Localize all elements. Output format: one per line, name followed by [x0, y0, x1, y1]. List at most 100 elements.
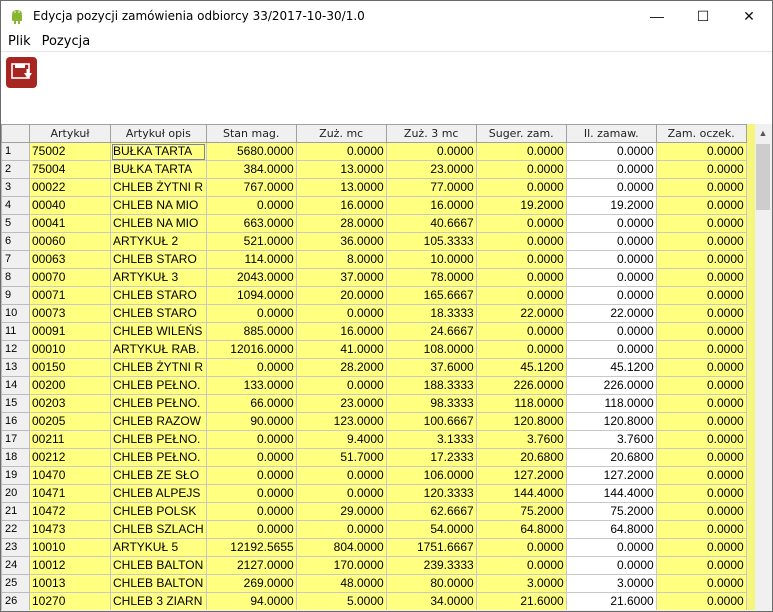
table-cell[interactable]: 0.0000 — [655, 538, 747, 557]
table-cell[interactable]: 0.0000 — [475, 178, 567, 197]
table-cell[interactable]: 767.0000 — [205, 178, 297, 197]
table-cell[interactable]: 127.2000 — [475, 466, 567, 485]
table-row[interactable]: 3 00022 CHLEB ŻYTNI R 767.0000 13.0000 77.000… — [1, 178, 747, 197]
table-cell[interactable]: ARTYKUŁ RAB. — [110, 340, 207, 359]
table-row[interactable]: 20 10471 CHLEB ALPEJS 0.0000 0.0000 120.3333 1… — [1, 484, 747, 503]
table-cell[interactable]: 21.6000 — [475, 592, 567, 610]
table-cell[interactable]: 0.0000 — [205, 448, 297, 467]
table-cell[interactable]: 00040 — [29, 196, 111, 215]
scroll-up-icon[interactable]: ▲ — [755, 124, 771, 141]
table-cell[interactable]: 0.0000 — [655, 358, 747, 377]
table-cell[interactable]: 3.7600 — [565, 430, 657, 449]
table-cell[interactable]: 10013 — [29, 574, 111, 593]
table-cell[interactable]: 144.4000 — [475, 484, 567, 503]
table-cell[interactable]: CHLEB PEŁNO. — [110, 430, 207, 449]
table-cell[interactable]: 3.0000 — [565, 574, 657, 593]
table-cell[interactable]: 120.8000 — [475, 412, 567, 431]
table-cell[interactable]: 114.0000 — [205, 250, 297, 269]
table-cell[interactable]: 00041 — [29, 214, 111, 233]
column-header[interactable]: Zuż. mc — [295, 124, 387, 143]
table-cell[interactable]: CHLEB ZE SŁO — [110, 466, 207, 485]
column-header[interactable]: Artykuł opis — [110, 124, 207, 143]
table-cell[interactable]: 0.0000 — [475, 142, 567, 161]
table-cell[interactable]: 36.0000 — [295, 232, 387, 251]
table-cell[interactable]: 120.3333 — [385, 484, 477, 503]
table-cell[interactable]: 0.0000 — [565, 538, 657, 557]
column-header[interactable]: Artykuł — [29, 124, 111, 143]
table-cell[interactable]: 0.0000 — [655, 484, 747, 503]
vertical-scrollbar[interactable]: ▲ — [755, 124, 771, 610]
table-cell[interactable]: CHLEB SZLACH — [110, 520, 207, 539]
table-cell[interactable]: 0.0000 — [205, 430, 297, 449]
table-cell[interactable]: 64.8000 — [475, 520, 567, 539]
column-header[interactable]: Zam. oczek. — [655, 124, 747, 143]
table-row[interactable]: 26 10270 CHLEB 3 ZIARN 94.0000 5.0000 34.0000… — [1, 592, 747, 610]
table-cell[interactable]: 00091 — [29, 322, 111, 341]
table-cell[interactable]: 0.0000 — [655, 286, 747, 305]
table-row[interactable]: 25 10013 CHLEB BALTON 269.0000 48.0000 80.000… — [1, 574, 747, 593]
scroll-thumb[interactable] — [756, 144, 770, 210]
table-cell[interactable]: CHLEB PEŁNO. — [110, 448, 207, 467]
table-cell[interactable]: 64.8000 — [565, 520, 657, 539]
table-cell[interactable]: 75004 — [29, 160, 111, 179]
table-cell[interactable]: 521.0000 — [205, 232, 297, 251]
table-cell[interactable]: 0.0000 — [205, 484, 297, 503]
table-row[interactable]: 22 10473 CHLEB SZLACH 0.0000 0.0000 54.0000 64… — [1, 520, 747, 539]
table-cell[interactable]: 66.0000 — [205, 394, 297, 413]
table-cell[interactable]: ARTYKUŁ 5 — [110, 538, 207, 557]
table-row[interactable]: 14 00200 CHLEB PEŁNO. 133.0000 0.0000 188.333… — [1, 376, 747, 395]
table-cell[interactable]: 75.2000 — [475, 502, 567, 521]
table-cell[interactable]: CHLEB NA MIO — [110, 214, 207, 233]
table-cell[interactable]: 0.0000 — [205, 520, 297, 539]
table-cell[interactable]: 13.0000 — [295, 160, 387, 179]
table-cell[interactable]: 0.0000 — [655, 214, 747, 233]
table-cell[interactable]: 0.0000 — [655, 448, 747, 467]
table-cell[interactable]: 0.0000 — [655, 556, 747, 575]
table-cell[interactable]: 48.0000 — [295, 574, 387, 593]
table-cell[interactable]: 0.0000 — [565, 340, 657, 359]
table-row[interactable]: 18 00212 CHLEB PEŁNO. 0.0000 51.7000 17.2333 2… — [1, 448, 747, 467]
table-cell[interactable]: 75002 — [29, 142, 111, 161]
table-cell[interactable]: 0.0000 — [655, 592, 747, 610]
table-cell[interactable]: 0.0000 — [565, 214, 657, 233]
table-cell[interactable]: 41.0000 — [295, 340, 387, 359]
table-cell[interactable]: 108.0000 — [385, 340, 477, 359]
table-cell[interactable]: 2043.0000 — [205, 268, 297, 287]
table-cell[interactable]: 45.1200 — [475, 358, 567, 377]
table-cell[interactable]: 269.0000 — [205, 574, 297, 593]
table-cell[interactable]: 00150 — [29, 358, 111, 377]
table-cell[interactable]: 10012 — [29, 556, 111, 575]
table-cell[interactable]: 0.0000 — [475, 232, 567, 251]
table-cell[interactable]: BUŁKA TARTA — [110, 142, 207, 161]
table-cell[interactable]: 28.0000 — [295, 214, 387, 233]
table-cell[interactable]: 384.0000 — [205, 160, 297, 179]
table-row[interactable]: 6 00060 ARTYKUŁ 2 521.0000 36.0000 105.3333 0.… — [1, 232, 747, 251]
table-cell[interactable]: 0.0000 — [565, 322, 657, 341]
table-cell[interactable]: 90.0000 — [205, 412, 297, 431]
table-cell[interactable]: 0.0000 — [475, 160, 567, 179]
table-cell[interactable]: 0.0000 — [475, 268, 567, 287]
column-header[interactable]: Zuż. 3 mc — [385, 124, 477, 143]
table-cell[interactable]: 0.0000 — [655, 394, 747, 413]
table-cell[interactable]: CHLEB RAZOW — [110, 412, 207, 431]
table-cell[interactable]: 23.0000 — [385, 160, 477, 179]
table-cell[interactable]: 20.6800 — [565, 448, 657, 467]
table-cell[interactable]: 120.8000 — [565, 412, 657, 431]
table-cell[interactable]: 127.2000 — [565, 466, 657, 485]
table-cell[interactable]: 0.0000 — [655, 502, 747, 521]
table-cell[interactable]: 10470 — [29, 466, 111, 485]
table-row[interactable]: 24 10012 CHLEB BALTON 2127.0000 170.0000 239.… — [1, 556, 747, 575]
table-cell[interactable]: 80.0000 — [385, 574, 477, 593]
table-cell[interactable]: 0.0000 — [655, 322, 747, 341]
table-cell[interactable]: 0.0000 — [565, 178, 657, 197]
table-row[interactable]: 15 00203 CHLEB PEŁNO. 66.0000 23.0000 98.3333… — [1, 394, 747, 413]
table-cell[interactable]: 0.0000 — [295, 142, 387, 161]
table-cell[interactable]: 1751.6667 — [385, 538, 477, 557]
table-cell[interactable]: 98.3333 — [385, 394, 477, 413]
table-cell[interactable]: 0.0000 — [655, 160, 747, 179]
table-cell[interactable]: 29.0000 — [295, 502, 387, 521]
close-button[interactable]: ✕ — [726, 1, 772, 31]
table-cell[interactable]: 00073 — [29, 304, 111, 323]
table-cell[interactable]: 0.0000 — [475, 538, 567, 557]
table-row[interactable]: 10 00073 CHLEB STARO 0.0000 0.0000 18.3333 22.… — [1, 304, 747, 323]
